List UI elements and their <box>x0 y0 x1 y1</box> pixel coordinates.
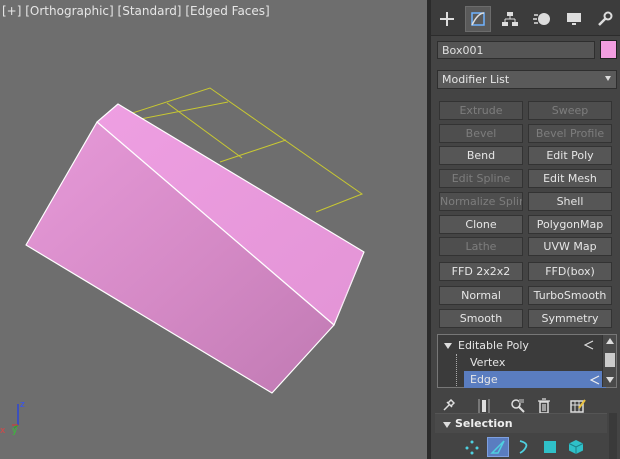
configure-icon <box>570 399 586 413</box>
modifier-button-uvw-map[interactable]: UVW Map <box>528 237 612 256</box>
tab-create[interactable] <box>434 6 460 32</box>
modifier-button-lathe[interactable]: Lathe <box>439 237 523 256</box>
stack-scrollbar[interactable] <box>602 335 616 387</box>
motion-icon <box>533 13 550 25</box>
modifier-button-normalize-spline[interactable]: Normalize Spline <box>439 192 523 211</box>
stack-tree-line <box>456 354 457 386</box>
pin-icon <box>443 399 455 411</box>
edge-icon <box>490 440 505 454</box>
axis-x-label: x <box>0 426 6 436</box>
viewport[interactable]: [+] [Orthographic] [Standard] [Edged Fac… <box>0 0 427 459</box>
vertex-mode-button[interactable] <box>461 437 483 457</box>
selection-mode-row <box>435 434 607 459</box>
viewport-scene[interactable]: z y x <box>0 0 427 459</box>
selection-rollout-header[interactable]: Selection <box>435 413 607 433</box>
plus-icon <box>440 12 454 26</box>
modifier-stack: Editable Poly Vertex Edge <box>437 334 617 388</box>
border-icon <box>519 440 528 454</box>
scroll-up-icon[interactable] <box>606 338 614 344</box>
axis-tripod: z y x <box>0 400 25 436</box>
modifier-button-edit-poly[interactable]: Edit Poly <box>528 146 612 165</box>
modifier-button-normal[interactable]: Normal <box>439 286 523 305</box>
element-icon <box>568 440 584 454</box>
element-mode-button[interactable] <box>565 437 587 457</box>
modifier-list-label: Modifier List <box>442 73 510 86</box>
tab-utilities[interactable] <box>592 6 618 32</box>
stack-scroll-thumb[interactable] <box>605 353 615 367</box>
make-unique-icon <box>511 399 525 413</box>
stack-item-label: Editable Poly <box>458 339 529 352</box>
pink-box[interactable] <box>25 103 365 394</box>
stack-item-label: Edge <box>470 373 498 386</box>
modifier-button-clone[interactable]: Clone <box>439 215 523 234</box>
modifier-button-bevel[interactable]: Bevel <box>439 124 523 143</box>
display-icon <box>567 13 581 25</box>
chevron-down-icon <box>605 76 611 81</box>
command-panel-tabs <box>431 0 620 36</box>
object-name-input[interactable] <box>437 41 595 59</box>
border-mode-button[interactable] <box>513 437 535 457</box>
stack-item-vertex[interactable]: Vertex <box>464 354 596 371</box>
modifier-button-edit-mesh[interactable]: Edit Mesh <box>528 169 612 188</box>
modifier-button-bevel-profile[interactable]: Bevel Profile <box>528 124 612 143</box>
sub-object-indicator-icon <box>584 340 594 350</box>
remove-modifier-icon <box>538 398 550 414</box>
edge-mode-button[interactable] <box>487 437 509 457</box>
tab-display[interactable] <box>561 6 587 32</box>
modifier-button-ffd-2x2x2[interactable]: FFD 2x2x2 <box>439 262 523 281</box>
vertex-icon <box>465 440 479 455</box>
axis-z-label: z <box>20 400 25 410</box>
polygon-mode-button[interactable] <box>539 437 561 457</box>
stack-item-editable-poly[interactable]: Editable Poly <box>444 337 596 354</box>
show-end-result-icon <box>478 399 490 413</box>
hierarchy-icon <box>502 12 518 26</box>
modifier-list-dropdown[interactable]: Modifier List <box>437 70 617 89</box>
modify-icon <box>471 12 485 26</box>
scroll-down-icon[interactable] <box>606 377 614 383</box>
modifier-button-polygonmap[interactable]: PolygonMap <box>528 215 612 234</box>
sub-object-indicator-icon <box>590 375 600 385</box>
modifier-button-turbosmooth[interactable]: TurboSmooth <box>528 286 612 305</box>
modifier-button-extrude[interactable]: Extrude <box>439 101 523 120</box>
modifier-button-sweep[interactable]: Sweep <box>528 101 612 120</box>
modifier-button-ffd-box[interactable]: FFD(box) <box>528 262 612 281</box>
modifier-button-symmetry[interactable]: Symmetry <box>528 309 612 328</box>
modifier-button-bend[interactable]: Bend <box>439 146 523 165</box>
tab-motion[interactable] <box>529 6 555 32</box>
stack-item-edge[interactable]: Edge <box>464 371 606 388</box>
modifier-button-shell[interactable]: Shell <box>528 192 612 211</box>
polygon-icon <box>544 441 556 453</box>
tab-hierarchy[interactable] <box>497 6 523 32</box>
modifier-button-smooth[interactable]: Smooth <box>439 309 523 328</box>
tab-modify[interactable] <box>465 6 491 32</box>
wrench-icon <box>598 11 613 26</box>
axis-y-label: y <box>12 426 18 436</box>
object-color-swatch[interactable] <box>600 40 617 59</box>
command-panel-scrollbar[interactable] <box>609 413 617 459</box>
rollout-title: Selection <box>455 417 513 430</box>
modifier-button-edit-spline[interactable]: Edit Spline <box>439 169 523 188</box>
collapse-triangle-icon[interactable] <box>444 343 452 349</box>
collapse-triangle-icon <box>443 422 451 428</box>
command-panel: Modifier List Extrude Sweep Bevel Bevel … <box>431 0 620 459</box>
